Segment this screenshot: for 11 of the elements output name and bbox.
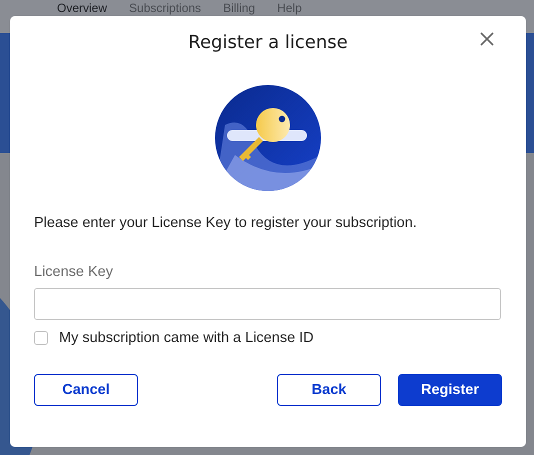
checkbox[interactable] xyxy=(34,331,48,345)
primary-button[interactable]: Register xyxy=(398,374,502,406)
secondary-button[interactable]: Cancel xyxy=(34,374,138,406)
instruction-text: Please enter your License Key to register your subscription. xyxy=(34,215,418,231)
dialog-title: Register a license xyxy=(188,30,348,52)
checkbox-label[interactable]: My subscription came with a License ID xyxy=(59,330,314,346)
secondary-button[interactable]: Back xyxy=(277,374,381,406)
nav-tab[interactable]: Overview xyxy=(57,1,108,15)
license-key-field[interactable] xyxy=(34,288,501,320)
close-icon[interactable] xyxy=(480,32,494,46)
field-label: License Key xyxy=(34,264,114,280)
